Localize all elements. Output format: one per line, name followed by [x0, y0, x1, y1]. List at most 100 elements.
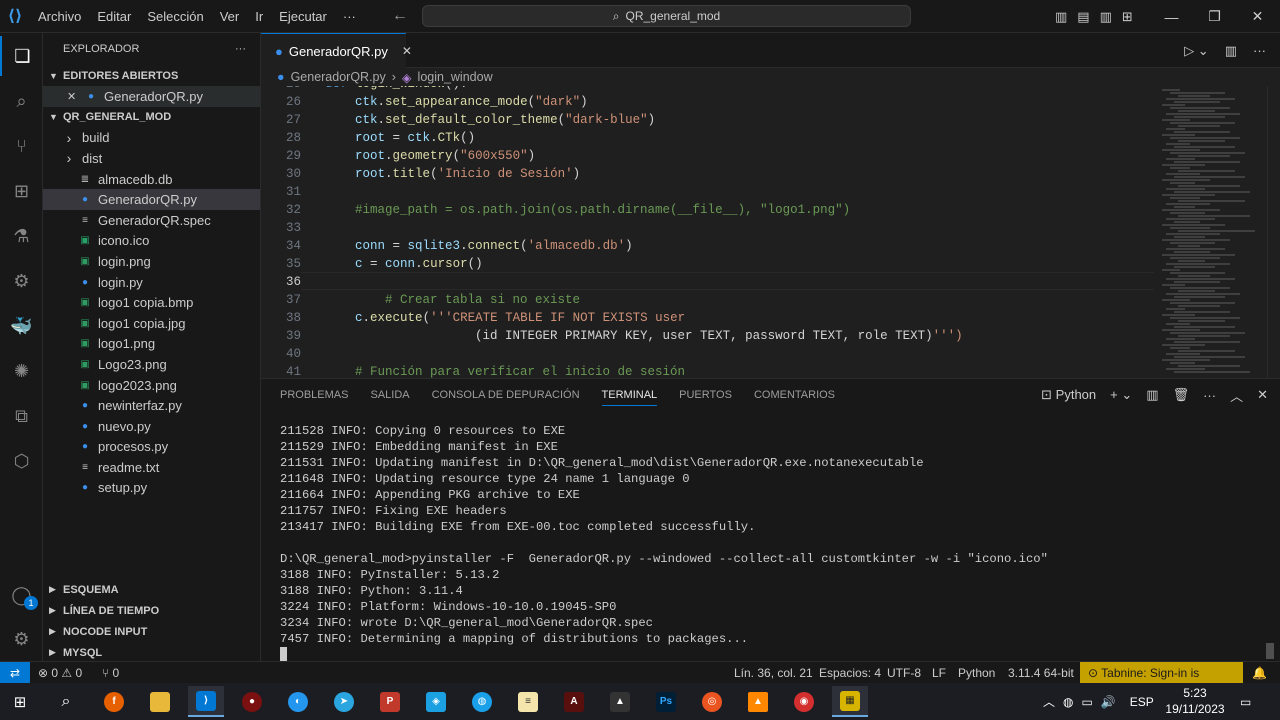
file-item[interactable]: ▣ logo1.png [43, 334, 260, 355]
notifications-bell-icon[interactable]: 🔔 [1252, 662, 1267, 684]
editor-more-icon[interactable]: ··· [1253, 43, 1266, 58]
ports-status[interactable]: ⑂ 0 [102, 662, 119, 684]
vlc-icon[interactable]: ▲ [740, 686, 776, 717]
file-item[interactable]: ● login.py [43, 272, 260, 293]
file-item[interactable]: ≣ almacedb.db [43, 169, 260, 190]
problems-status[interactable]: ⊗ 0 ⚠ 0 [38, 662, 82, 684]
menu-editar[interactable]: Editar [89, 0, 139, 33]
terminal-scrollbar[interactable] [1266, 643, 1274, 659]
testing-icon[interactable]: ⚗ [0, 216, 43, 256]
menu-more[interactable]: ··· [335, 0, 364, 33]
file-item[interactable]: ▣ login.png [43, 251, 260, 272]
app-a-icon[interactable]: A [556, 686, 592, 717]
new-terminal-icon[interactable]: + ⌄ [1110, 387, 1132, 403]
split-editor-icon[interactable]: ▥ [1225, 43, 1237, 59]
indentation[interactable]: Espacios: 4 [819, 662, 881, 684]
app-yellow-icon[interactable]: ▦ [832, 686, 868, 717]
store-icon[interactable]: ◈ [418, 686, 454, 717]
remote-icon[interactable]: ⇄ [0, 662, 30, 684]
kill-terminal-icon[interactable]: 🗑 [1173, 387, 1190, 403]
tab-ports[interactable]: PUERTOS [679, 389, 732, 401]
photoshop-icon[interactable]: Ps [648, 686, 684, 717]
language-mode[interactable]: Python [958, 662, 995, 684]
cursor-position[interactable]: Lín. 36, col. 21 [734, 662, 813, 684]
code-editor[interactable]: 25 def login_window(): 26 ctk.set_appearan… [261, 86, 1154, 378]
battery-icon[interactable]: ▭ [1082, 695, 1093, 709]
restore-icon[interactable]: ❐ [1193, 8, 1236, 25]
explorer-icon[interactable]: ❏ [0, 36, 43, 76]
file-item[interactable]: ▣ Logo23.png [43, 354, 260, 375]
file-item[interactable]: ● setup.py [43, 478, 260, 499]
accounts-icon[interactable]: ◯ [0, 575, 43, 615]
terminal-output[interactable]: 211528 INFO: Copying 0 resources to EXE 2… [280, 423, 1048, 663]
tab-terminal[interactable]: TERMINAL [601, 384, 658, 406]
menu-ir[interactable]: Ir [247, 0, 271, 33]
file-item[interactable]: ● newinterfaz.py [43, 395, 260, 416]
close-window-icon[interactable]: ✕ [1236, 8, 1279, 25]
customize-layout-icon[interactable]: ⊞ [1122, 9, 1133, 25]
timeline-section[interactable]: ▶ LÍNEA DE TIEMPO [43, 600, 261, 621]
menu-archivo[interactable]: Archivo [30, 0, 89, 33]
folder-item[interactable]: › dist [43, 148, 260, 169]
file-item[interactable]: ▣ icono.ico [43, 231, 260, 252]
app-recorder-icon[interactable]: ◉ [786, 686, 822, 717]
extensions-icon[interactable]: ⊞ [0, 171, 43, 211]
close-icon[interactable]: ✕ [67, 90, 83, 103]
vscode-taskbar-icon[interactable]: ⟩ [188, 686, 224, 717]
breadcrumb-file[interactable]: GeneradorQR.py [291, 70, 386, 84]
file-item[interactable]: ▣ logo1 copia.bmp [43, 292, 260, 313]
file-item[interactable]: ≡ GeneradorQR.spec [43, 210, 260, 231]
app-red-icon[interactable]: ● [234, 686, 270, 717]
file-explorer-icon[interactable] [142, 686, 178, 717]
manage-gear-icon[interactable]: ⚙ [0, 619, 43, 659]
notes-icon[interactable]: ≡ [510, 686, 546, 717]
tab-generadorqr[interactable]: ● GeneradorQR.py ✕ [261, 33, 412, 68]
more-actions-icon[interactable]: ··· [1203, 388, 1216, 403]
more-actions-icon[interactable]: ··· [235, 43, 246, 55]
nocode-input-section[interactable]: ▶ NOCODE INPUT [43, 621, 261, 642]
inkscape-icon[interactable]: ▲ [602, 686, 638, 717]
toggle-secondary-sidebar-icon[interactable]: ▥ [1100, 9, 1112, 25]
project-section[interactable]: ▼ QR_GENERAL_MOD [43, 107, 260, 128]
split-terminal-icon[interactable]: ▥ [1146, 387, 1158, 403]
terminal-shell-selector[interactable]: ⊡ Python [1041, 387, 1096, 403]
remote-explorer-icon[interactable]: ⧉ [0, 396, 43, 436]
search-icon[interactable]: ⌕ [48, 686, 84, 717]
firefox-icon[interactable]: f [96, 686, 132, 717]
file-item[interactable]: ● nuevo.py [43, 416, 260, 437]
end-of-line[interactable]: LF [932, 662, 946, 684]
back-arrow-icon[interactable]: ← [392, 7, 408, 25]
run-debug-icon[interactable]: ⚙ [0, 261, 43, 301]
open-editor-item[interactable]: ✕ ● GeneradorQR.py [43, 86, 260, 107]
notification-center-icon[interactable]: ▭ [1240, 683, 1251, 720]
command-center-search[interactable]: ⌕ QR_general_mod [422, 5, 911, 27]
tab-problems[interactable]: PROBLEMAS [280, 389, 348, 401]
source-control-icon[interactable]: ⑂ [0, 126, 43, 166]
close-panel-icon[interactable]: ✕ [1257, 387, 1268, 403]
menu-ver[interactable]: Ver [212, 0, 248, 33]
tab-debug-console[interactable]: CONSOLA DE DEPURACIÓN [432, 389, 580, 401]
mysql-section[interactable]: ▶ MYSQL [43, 642, 261, 663]
openai-icon[interactable]: ✺ [0, 351, 43, 391]
tab-comments[interactable]: COMENTARIOS [754, 389, 835, 401]
app-p-icon[interactable]: P [372, 686, 408, 717]
file-item[interactable]: ≡ readme.txt [43, 457, 260, 478]
folder-item[interactable]: › build [43, 128, 260, 149]
python-interpreter[interactable]: 3.11.4 64-bit [1008, 662, 1074, 684]
menu-seleccion[interactable]: Selección [139, 0, 211, 33]
telegram-icon[interactable]: ➤ [326, 686, 362, 717]
file-item[interactable]: ▣ logo2023.png [43, 375, 260, 396]
toggle-sidebar-icon[interactable]: ▥ [1055, 9, 1067, 25]
taskbar-clock[interactable]: 5:23 19/11/2023 [1160, 685, 1230, 717]
file-item[interactable]: ● GeneradorQR.py [43, 189, 260, 210]
docker-icon[interactable]: ◐ [280, 686, 316, 717]
tab-output[interactable]: SALIDA [370, 389, 409, 401]
tabnine-status[interactable]: ⊙ Tabnine: Sign-in is required [1080, 662, 1243, 702]
ubuntu-icon[interactable]: ◎ [694, 686, 730, 717]
editor-scrollbar[interactable] [1267, 86, 1280, 378]
chevron-up-icon[interactable]: ︿ [1043, 693, 1055, 710]
file-item[interactable]: ▣ logo1 copia.jpg [43, 313, 260, 334]
minimize-icon[interactable]: — [1150, 9, 1193, 25]
input-language[interactable]: ESP [1130, 695, 1154, 709]
close-tab-icon[interactable]: ✕ [402, 44, 412, 58]
